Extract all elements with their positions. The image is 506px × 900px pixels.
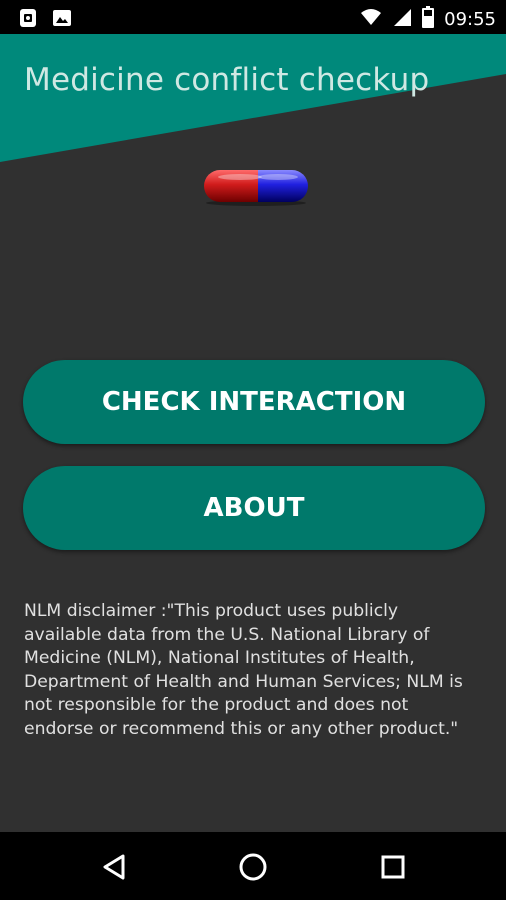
wifi-icon: [360, 8, 382, 31]
home-icon[interactable]: [236, 850, 270, 884]
signal-icon: [392, 7, 412, 32]
image-icon: [52, 8, 72, 33]
sim-card-icon: [18, 8, 38, 33]
check-interaction-button[interactable]: CHECK INTERACTION: [23, 360, 485, 444]
status-time: 09:55: [444, 9, 496, 30]
status-bar: 09:55: [0, 0, 506, 34]
app-title: Medicine conflict checkup: [24, 62, 430, 98]
header-band: [0, 34, 506, 162]
back-icon[interactable]: [97, 850, 131, 884]
pill-capsule-icon: [200, 166, 312, 211]
recents-icon[interactable]: [376, 850, 410, 884]
nlm-disclaimer: NLM disclaimer :"This product uses publi…: [24, 601, 463, 739]
about-button[interactable]: ABOUT: [23, 466, 485, 550]
battery-icon: [422, 6, 435, 33]
navigation-bar: [0, 832, 506, 900]
